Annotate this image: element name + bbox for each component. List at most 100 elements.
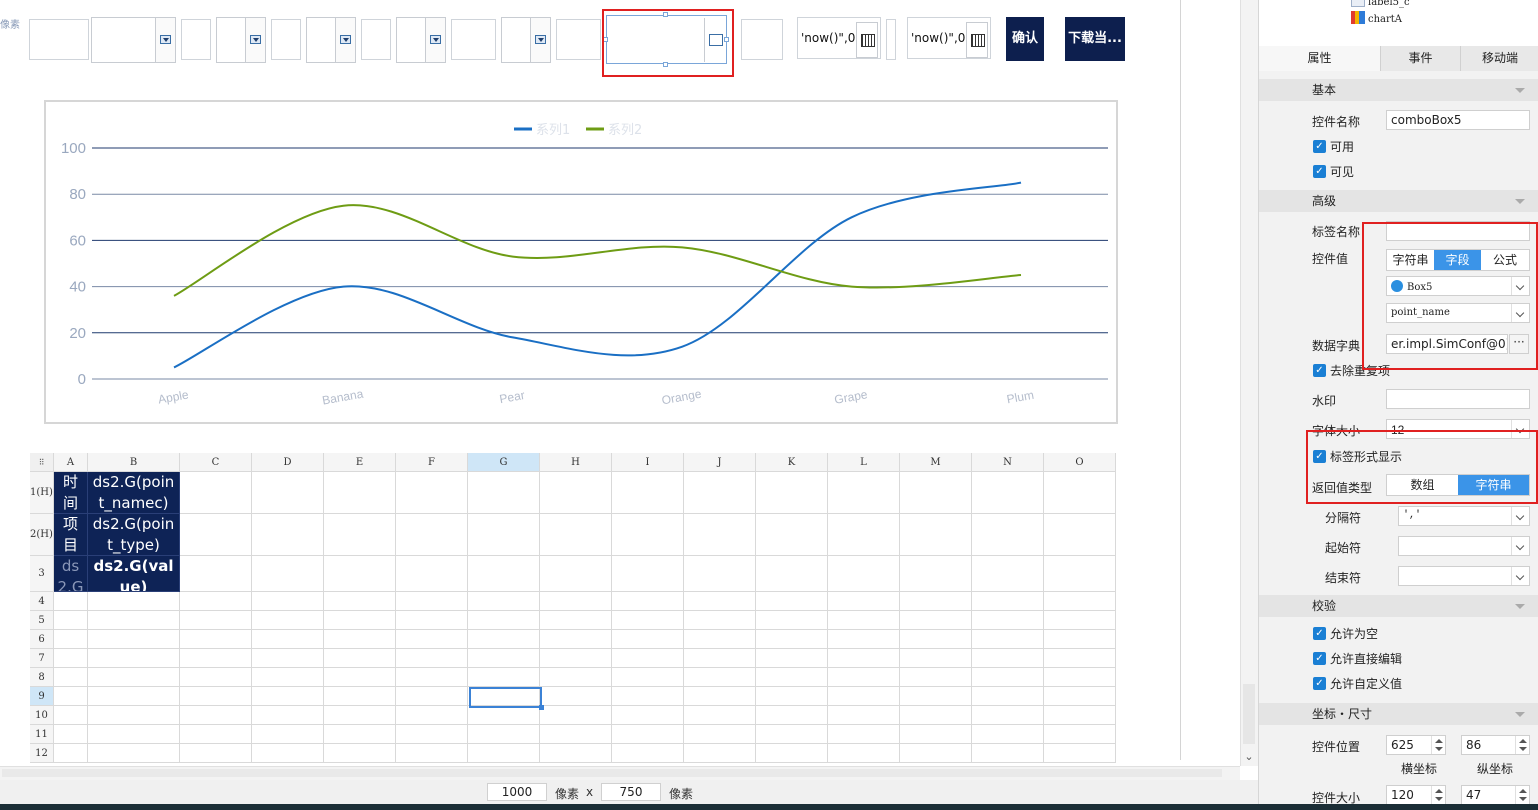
grid-cell[interactable]: [540, 725, 612, 744]
grid-cell[interactable]: [88, 744, 180, 763]
grid-cell[interactable]: [828, 472, 900, 514]
spinner-icon[interactable]: [1515, 786, 1529, 804]
section-advanced[interactable]: 高级: [1259, 190, 1538, 212]
grid-cell[interactable]: [324, 611, 396, 630]
allow-edit-checkbox[interactable]: 允许直接编辑: [1313, 652, 1402, 666]
tab-properties[interactable]: 属性: [1259, 46, 1381, 71]
grid-cell[interactable]: [540, 687, 612, 706]
column-header[interactable]: L: [828, 453, 900, 472]
grid-cell[interactable]: [1044, 668, 1116, 687]
grid-cell[interactable]: [324, 472, 396, 514]
allow-empty-checkbox[interactable]: 允许为空: [1313, 627, 1378, 641]
grid-cell[interactable]: [900, 668, 972, 687]
grid-cell[interactable]: [252, 630, 324, 649]
chevron-down-icon[interactable]: [1511, 537, 1529, 555]
scroll-thumb[interactable]: [1243, 684, 1255, 744]
row-header[interactable]: 4: [30, 592, 54, 611]
grid-cell[interactable]: [180, 472, 252, 514]
grid-cell[interactable]: [900, 514, 972, 556]
grid-cell[interactable]: [972, 514, 1044, 556]
grid-cell[interactable]: [468, 630, 540, 649]
size-h-input[interactable]: 47: [1461, 785, 1530, 804]
grid-cell[interactable]: [612, 687, 684, 706]
grid-cell[interactable]: [1044, 725, 1116, 744]
combo-widget-4[interactable]: [396, 17, 446, 63]
grid-cell[interactable]: [396, 668, 468, 687]
template-cell-a3[interactable]: ds2.G(: [54, 556, 88, 592]
grid-cell[interactable]: [540, 706, 612, 725]
grid-cell[interactable]: [972, 706, 1044, 725]
grid-cell[interactable]: [468, 514, 540, 556]
design-canvas[interactable]: 像素 'now()",0) 'now()",0) 确认 下载当... 0 20 …: [0, 0, 1240, 766]
grid-cell[interactable]: [828, 556, 900, 592]
row-header[interactable]: 5: [30, 611, 54, 630]
column-header[interactable]: G: [468, 453, 540, 472]
chevron-down-icon[interactable]: [1511, 567, 1529, 585]
grid-cell[interactable]: [252, 514, 324, 556]
grid-cell[interactable]: [180, 611, 252, 630]
text-widget-1[interactable]: [29, 19, 89, 60]
spinner-icon[interactable]: [1431, 786, 1445, 804]
section-validate[interactable]: 校验: [1259, 595, 1538, 617]
template-cell-b2[interactable]: ds2.G(point_type): [88, 514, 180, 556]
grid-cell[interactable]: [54, 725, 88, 744]
template-cell-b3[interactable]: ds2.G(value): [88, 556, 180, 592]
grid-cell[interactable]: [900, 592, 972, 611]
grid-cell[interactable]: [900, 649, 972, 668]
grid-cell[interactable]: [88, 668, 180, 687]
grid-cell[interactable]: [180, 668, 252, 687]
grid-cell[interactable]: [1044, 611, 1116, 630]
column-header[interactable]: F: [396, 453, 468, 472]
grid-cell[interactable]: [252, 592, 324, 611]
grid-cell[interactable]: [684, 706, 756, 725]
return-string[interactable]: 字符串: [1458, 475, 1529, 495]
grid-cell[interactable]: [324, 687, 396, 706]
grid-cell[interactable]: [252, 611, 324, 630]
control-name-input[interactable]: comboBox5: [1386, 110, 1530, 130]
grid-cell[interactable]: [88, 649, 180, 668]
scroll-thumb[interactable]: [2, 769, 1222, 777]
grid-cell[interactable]: [900, 706, 972, 725]
grid-cell[interactable]: [612, 744, 684, 763]
grid-cell[interactable]: [88, 611, 180, 630]
grid-cell[interactable]: [756, 725, 828, 744]
section-basic[interactable]: 基本: [1259, 79, 1538, 101]
grid-cell[interactable]: [900, 687, 972, 706]
template-cell-a1[interactable]: 时间: [54, 472, 88, 514]
grid-cell[interactable]: [1044, 649, 1116, 668]
grid-cell[interactable]: [828, 706, 900, 725]
grid-cell[interactable]: [180, 556, 252, 592]
dropdown-arrow-icon[interactable]: [425, 18, 445, 62]
visible-checkbox[interactable]: 可见: [1313, 165, 1354, 179]
grid-cell[interactable]: [684, 668, 756, 687]
grid-cell[interactable]: [88, 725, 180, 744]
row-header[interactable]: 11: [30, 725, 54, 744]
grid-cell[interactable]: [252, 725, 324, 744]
grid-cell[interactable]: [828, 687, 900, 706]
grid-cell[interactable]: [612, 725, 684, 744]
grid-cell[interactable]: [324, 706, 396, 725]
grid-cell[interactable]: [612, 592, 684, 611]
row-header[interactable]: 1(H): [30, 472, 54, 514]
row-header[interactable]: 7: [30, 649, 54, 668]
grid-cell[interactable]: [756, 668, 828, 687]
grid-cell[interactable]: [1044, 706, 1116, 725]
grid-cell[interactable]: [396, 744, 468, 763]
grid-cell[interactable]: [540, 514, 612, 556]
spinner-icon[interactable]: [1431, 736, 1445, 754]
selected-cell[interactable]: [469, 687, 544, 710]
tree-item[interactable]: chartA: [1351, 11, 1402, 25]
grid-cell[interactable]: [88, 630, 180, 649]
column-header[interactable]: E: [324, 453, 396, 472]
grid-cell[interactable]: [900, 556, 972, 592]
watermark-input[interactable]: [1386, 389, 1530, 409]
tab-mobile[interactable]: 移动端: [1461, 46, 1538, 71]
grid-cell[interactable]: [396, 725, 468, 744]
grid-cell[interactable]: [540, 630, 612, 649]
date-widget-2[interactable]: 'now()",0): [907, 17, 991, 59]
combo-widget-5[interactable]: [501, 17, 551, 63]
spinner-icon[interactable]: [1515, 736, 1529, 754]
grid-cell[interactable]: [54, 592, 88, 611]
grid-cell[interactable]: [828, 592, 900, 611]
column-header[interactable]: C: [180, 453, 252, 472]
